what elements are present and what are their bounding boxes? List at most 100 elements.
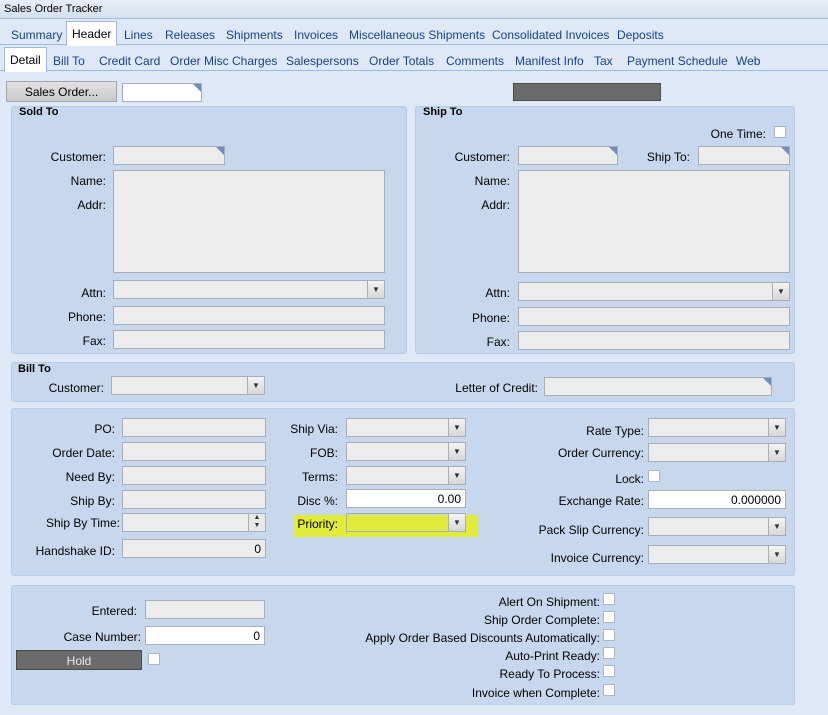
sold-to-customer-label: Customer:: [50, 150, 106, 164]
ship-by-time-input[interactable]: ▲ ▼: [122, 513, 266, 532]
chevron-down-icon[interactable]: ▼: [367, 281, 384, 298]
ready-to-process-checkbox[interactable]: [603, 665, 615, 677]
ship-to-id-label: Ship To:: [646, 150, 690, 164]
rate-type-dropdown[interactable]: ▼: [648, 418, 786, 437]
terms-dropdown[interactable]: ▼: [346, 466, 466, 485]
tab-order-misc-charges[interactable]: Order Misc Charges: [165, 48, 282, 71]
ship-to-id-input[interactable]: [698, 146, 790, 165]
order-date-label: Order Date:: [52, 446, 115, 460]
apply-discounts-checkbox[interactable]: [603, 629, 615, 641]
order-currency-dropdown[interactable]: ▼: [648, 443, 786, 462]
ship-via-dropdown[interactable]: ▼: [346, 418, 466, 437]
ship-to-phone-label: Phone:: [471, 311, 510, 325]
tab-shipments[interactable]: Shipments: [221, 22, 288, 45]
disc-percent-input[interactable]: 0.00: [346, 489, 466, 508]
chevron-down-icon[interactable]: ▼: [772, 283, 789, 300]
sold-to-fax-label: Fax:: [82, 334, 106, 348]
bill-to-customer-dropdown[interactable]: ▼: [111, 376, 265, 395]
tab-order-totals[interactable]: Order Totals: [364, 48, 439, 71]
rate-type-label: Rate Type:: [586, 424, 644, 438]
letter-of-credit-input[interactable]: [544, 377, 772, 396]
order-currency-label: Order Currency:: [557, 446, 644, 460]
tab-releases[interactable]: Releases: [160, 22, 220, 45]
chevron-down-icon[interactable]: ▼: [247, 377, 264, 394]
chevron-down-icon[interactable]: ▼: [448, 467, 465, 484]
need-by-input[interactable]: [122, 466, 266, 485]
main-tab-bar: Summary Header Lines Releases Shipments …: [0, 20, 828, 46]
sales-order-input[interactable]: [122, 83, 202, 102]
tab-credit-card[interactable]: Credit Card: [94, 48, 165, 71]
chevron-down-icon[interactable]: ▼: [768, 444, 785, 461]
exchange-rate-label: Exchange Rate:: [558, 494, 644, 508]
entered-label: Entered:: [91, 604, 137, 618]
chevron-down-icon[interactable]: ▼: [448, 443, 465, 460]
ship-by-time-label: Ship By Time:: [45, 516, 120, 530]
status-bar-dark: [513, 83, 661, 101]
invoice-when-complete-label: Invoice when Complete:: [471, 686, 600, 700]
tab-summary[interactable]: Summary: [6, 22, 67, 45]
order-date-input[interactable]: [122, 442, 266, 461]
tab-bill-to[interactable]: Bill To: [48, 48, 90, 71]
sold-to-customer-input[interactable]: [113, 146, 225, 165]
entered-input[interactable]: [145, 600, 265, 619]
fob-label: FOB:: [309, 446, 338, 460]
lock-checkbox[interactable]: [648, 470, 660, 482]
bill-to-title: Bill To: [18, 363, 51, 375]
tab-header[interactable]: Header: [66, 21, 118, 46]
exchange-rate-input[interactable]: 0.000000: [648, 490, 786, 509]
sold-to-phone-label: Phone:: [67, 310, 106, 324]
case-number-label: Case Number:: [63, 630, 141, 644]
hold-checkbox[interactable]: [148, 653, 160, 665]
alert-on-shipment-label: Alert On Shipment:: [498, 595, 600, 609]
tab-web[interactable]: Web: [731, 48, 765, 71]
invoice-currency-dropdown[interactable]: ▼: [648, 545, 786, 564]
tab-manifest-info[interactable]: Manifest Info: [510, 48, 589, 71]
ship-to-attn-dropdown[interactable]: ▼: [518, 282, 790, 301]
fob-dropdown[interactable]: ▼: [346, 442, 466, 461]
ship-by-input[interactable]: [122, 490, 266, 509]
tab-invoices[interactable]: Invoices: [289, 22, 343, 45]
chevron-down-icon[interactable]: ▼: [768, 546, 785, 563]
tab-lines[interactable]: Lines: [119, 22, 158, 45]
chevron-down-icon[interactable]: ▼: [448, 419, 465, 436]
po-input[interactable]: [122, 418, 266, 437]
spinner-icon[interactable]: ▲ ▼: [248, 514, 265, 531]
sold-to-attn-dropdown[interactable]: ▼: [113, 280, 385, 299]
ship-order-complete-checkbox[interactable]: [603, 611, 615, 623]
lock-label: Lock:: [615, 472, 644, 486]
sales-order-button[interactable]: Sales Order...: [6, 81, 117, 102]
ship-to-fax-label: Fax:: [486, 335, 510, 349]
chevron-down-icon[interactable]: ▼: [768, 518, 785, 535]
ship-to-customer-input[interactable]: [518, 146, 618, 165]
sold-to-fax-input[interactable]: [113, 330, 385, 349]
pack-slip-currency-dropdown[interactable]: ▼: [648, 517, 786, 536]
ship-to-phone-input[interactable]: [518, 307, 790, 326]
sold-to-name-addr-textarea[interactable]: [113, 170, 385, 273]
sold-to-phone-input[interactable]: [113, 306, 385, 325]
ship-to-name-addr-textarea[interactable]: [518, 170, 790, 273]
tab-payment-schedule[interactable]: Payment Schedule: [622, 48, 733, 71]
hold-button[interactable]: Hold: [16, 650, 142, 670]
tab-consolidated-invoices[interactable]: Consolidated Invoices: [487, 22, 614, 45]
invoice-when-complete-checkbox[interactable]: [603, 684, 615, 696]
handshake-id-input[interactable]: 0: [122, 539, 266, 558]
chevron-down-icon[interactable]: ▼: [448, 514, 465, 531]
auto-print-ready-checkbox[interactable]: [603, 647, 615, 659]
sub-tab-bar: Detail Bill To Credit Card Order Misc Ch…: [0, 46, 828, 72]
ship-to-fax-input[interactable]: [518, 331, 790, 350]
priority-dropdown[interactable]: ▼: [346, 513, 466, 532]
need-by-label: Need By:: [65, 470, 115, 484]
auto-print-ready-label: Auto-Print Ready:: [505, 649, 600, 663]
tab-miscellaneous-shipments[interactable]: Miscellaneous Shipments: [344, 22, 490, 45]
tab-deposits[interactable]: Deposits: [612, 22, 669, 45]
ship-to-attn-label: Attn:: [485, 286, 510, 300]
tab-comments[interactable]: Comments: [441, 48, 509, 71]
one-time-checkbox[interactable]: [774, 126, 786, 138]
case-number-input[interactable]: 0: [145, 626, 265, 645]
tab-salespersons[interactable]: Salespersons: [281, 48, 364, 71]
alert-on-shipment-checkbox[interactable]: [603, 593, 615, 605]
tab-detail[interactable]: Detail: [4, 47, 47, 72]
tab-tax[interactable]: Tax: [589, 48, 618, 71]
chevron-down-icon[interactable]: ▼: [768, 419, 785, 436]
invoice-currency-label: Invoice Currency:: [550, 551, 644, 565]
